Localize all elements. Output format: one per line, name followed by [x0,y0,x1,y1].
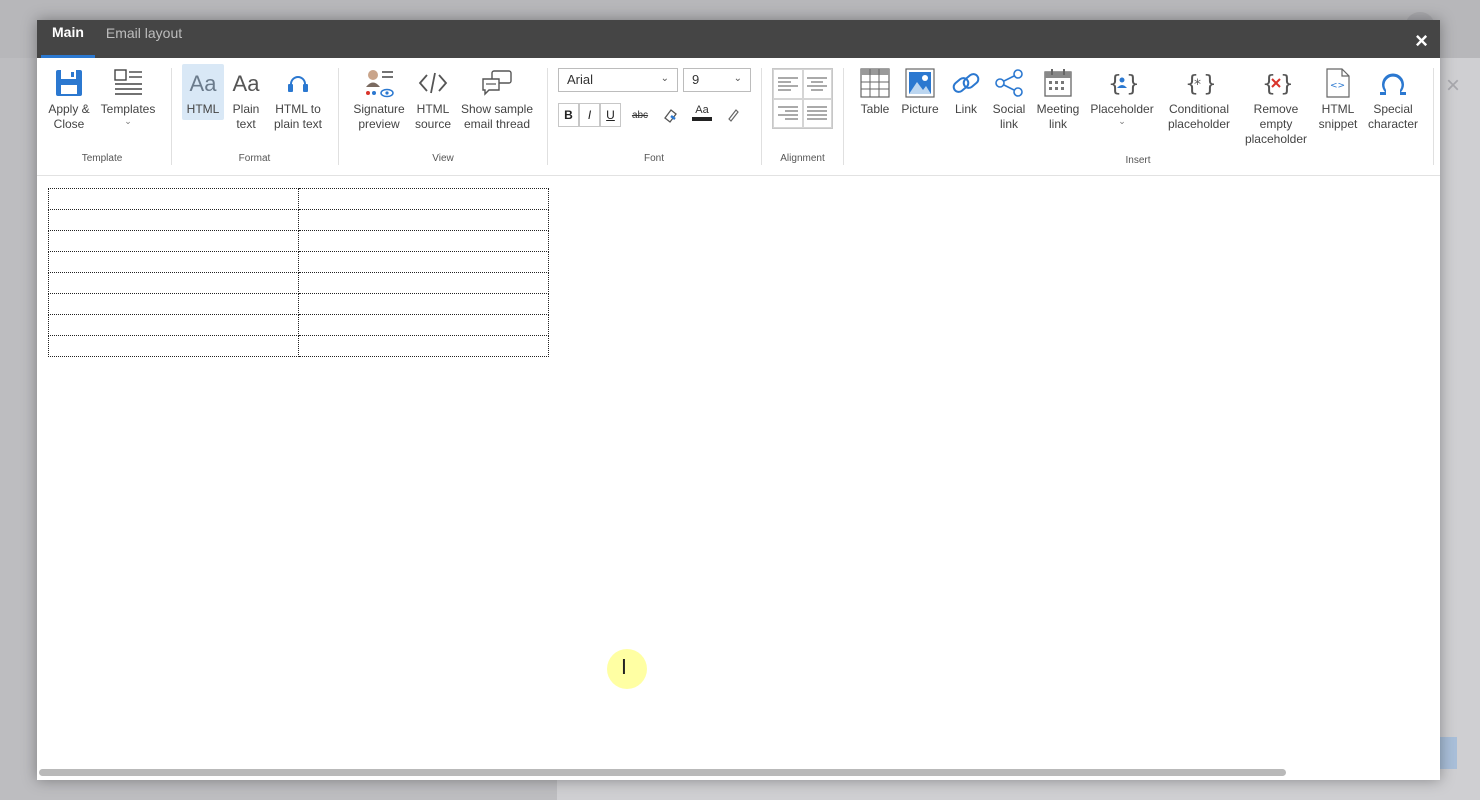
close-icon[interactable]: × [1415,28,1428,54]
text-cursor-icon: I [621,655,627,679]
tab-email-layout[interactable]: Email layout [95,20,193,58]
group-label-format: Format [238,153,271,164]
table-cell[interactable] [48,272,299,294]
table-cell[interactable] [48,230,299,252]
group-alignment: Alignment [762,58,843,176]
table-cell[interactable] [298,188,549,210]
table-row [48,293,549,315]
table-cell[interactable] [298,293,549,315]
group-label-font: Font [643,153,664,164]
table-cell[interactable] [298,314,549,336]
background-close-icon: × [1445,72,1460,99]
table-cell[interactable] [48,314,299,336]
table-row [48,272,549,294]
group-label-alignment: Alignment [780,153,825,164]
group-label-view: View [432,153,454,164]
table-cell[interactable] [298,209,549,231]
table-cell[interactable] [48,209,299,231]
group-label-template: Template [81,153,123,164]
cursor-highlight [607,649,647,689]
table-row [48,335,549,357]
table-cell[interactable] [298,251,549,273]
horizontal-scrollbar[interactable] [39,769,1286,776]
group-label-insert: Insert [1125,155,1151,166]
table-cell[interactable] [48,335,299,357]
table-row [48,251,549,273]
group-insert: Insert [844,58,1432,176]
table-cell[interactable] [48,251,299,273]
group-format: Format [172,58,337,176]
ribbon: Apply & Close Templates ⌄ Template Aa HT… [37,58,1440,176]
tab-bar: Main Email layout × [37,20,1440,58]
table-row [48,209,549,231]
table-cell[interactable] [298,335,549,357]
signature-editor-dialog: Main Email layout × Apply & Close Templa… [37,20,1440,780]
group-template: Template [37,58,167,176]
group-font: Font [548,58,760,176]
table-cell[interactable] [48,188,299,210]
table-row [48,230,549,252]
group-view: View [339,58,547,176]
table-cell[interactable] [298,230,549,252]
divider [1433,68,1434,165]
table-row [48,314,549,336]
table-row [48,188,549,210]
editor-table[interactable] [48,188,549,357]
table-cell[interactable] [48,293,299,315]
editor-canvas[interactable]: I [37,177,1440,776]
tab-main[interactable]: Main [41,20,95,58]
table-cell[interactable] [298,272,549,294]
